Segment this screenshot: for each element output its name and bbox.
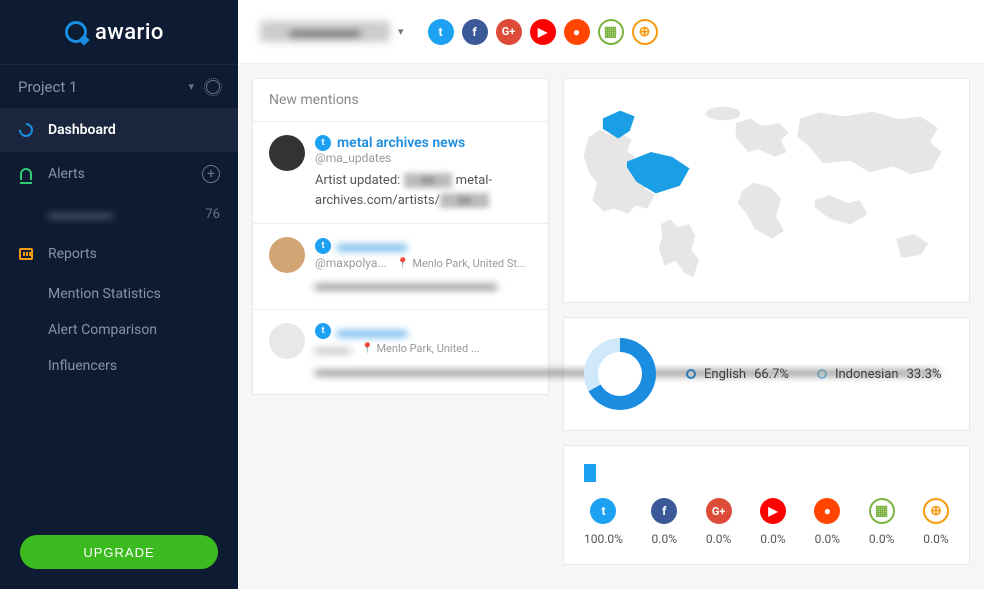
topbar: ▬▬▬▬▬ ▾ t f G+ ▶ ● ▦ ⊕ xyxy=(238,0,984,64)
mention-text: ▬▬▬▬▬▬▬▬▬▬▬▬▬▬▬▬▬▬▬▬▬▬▬▬▬▬▬▬▬▬▬▬▬▬▬▬▬▬▬▬… xyxy=(315,362,532,382)
source-value: 0.0% xyxy=(760,532,785,546)
mention-location: 📍Menlo Park, United St... xyxy=(397,257,526,270)
gear-icon[interactable] xyxy=(206,80,220,94)
chevron-down-icon[interactable]: ▾ xyxy=(188,80,194,93)
world-map xyxy=(574,89,959,292)
mention-handle: @ma_updates xyxy=(315,151,532,165)
web-icon[interactable]: ⊕ xyxy=(632,19,658,45)
twitter-icon: t xyxy=(315,323,331,339)
mention-author: ▬▬▬▬▬ xyxy=(337,323,407,340)
source-value: 100.0% xyxy=(584,532,623,546)
source-col-facebook: f 0.0% xyxy=(651,498,677,546)
sub-influencers[interactable]: Influencers xyxy=(0,348,238,384)
mention-item[interactable]: t metal archives news @ma_updates Artist… xyxy=(253,122,548,224)
nav-label: Dashboard xyxy=(48,122,116,138)
source-col-twitter: t 100.0% xyxy=(584,498,623,546)
logo: awario xyxy=(0,0,238,64)
facebook-icon: f xyxy=(651,498,677,524)
geo-map-card xyxy=(563,78,970,303)
sidebar: awario Project 1 ▾ Dashboard Alerts + ▬▬… xyxy=(0,0,238,589)
mention-handle: ▬▬▬ xyxy=(315,342,351,356)
mention-handle: @maxpolya... xyxy=(315,256,387,270)
twitter-icon: t xyxy=(315,238,331,254)
news-icon: ▦ xyxy=(869,498,895,524)
source-value: 0.0% xyxy=(652,532,677,546)
nav-dashboard[interactable]: Dashboard xyxy=(0,108,238,152)
pin-icon: 📍 xyxy=(397,258,409,269)
source-value: 0.0% xyxy=(923,532,948,546)
web-icon: ⊕ xyxy=(923,498,949,524)
youtube-icon[interactable]: ▶ xyxy=(530,19,556,45)
alert-item[interactable]: ▬▬▬▬▬ 76 xyxy=(0,196,238,232)
reddit-icon: ● xyxy=(814,498,840,524)
project-name: Project 1 xyxy=(18,78,77,96)
mention-text: ▬▬▬▬▬▬▬▬▬▬▬▬▬▬ xyxy=(315,276,532,296)
mention-location: 📍Menlo Park, United ... xyxy=(361,342,480,355)
pin-icon: 📍 xyxy=(361,343,373,354)
reddit-icon[interactable]: ● xyxy=(564,19,590,45)
alert-dropdown-label: ▬▬▬▬▬ xyxy=(260,21,390,42)
googleplus-icon: G+ xyxy=(706,498,732,524)
avatar xyxy=(269,135,305,171)
source-col-youtube: ▶ 0.0% xyxy=(760,498,786,546)
sub-alert-comparison[interactable]: Alert Comparison xyxy=(0,312,238,348)
nav-alerts[interactable]: Alerts + xyxy=(0,152,238,196)
googleplus-icon[interactable]: G+ xyxy=(496,19,522,45)
logo-text: awario xyxy=(95,20,164,45)
source-col-web: ⊕ 0.0% xyxy=(923,498,949,546)
alert-count: 76 xyxy=(205,207,220,222)
twitter-icon: t xyxy=(315,135,331,151)
avatar xyxy=(269,237,305,273)
facebook-icon[interactable]: f xyxy=(462,19,488,45)
source-col-googleplus: G+ 0.0% xyxy=(706,498,732,546)
card-title: New mentions xyxy=(253,79,548,122)
dashboard-icon xyxy=(18,122,34,138)
twitter-icon[interactable]: t xyxy=(428,19,454,45)
nav-label: Alerts xyxy=(48,166,85,182)
new-mentions-card: New mentions t metal archives news @ma_u… xyxy=(252,78,549,395)
source-col-reddit: ● 0.0% xyxy=(814,498,840,546)
add-alert-button[interactable]: + xyxy=(202,165,220,183)
source-filters: t f G+ ▶ ● ▦ ⊕ xyxy=(428,19,658,45)
source-value: 0.0% xyxy=(706,532,731,546)
project-selector[interactable]: Project 1 ▾ xyxy=(0,64,238,108)
sources-card: t 100.0% f 0.0% G+ 0.0% ▶ 0.0% ● 0.0% ▦ 0.0% ⊕… xyxy=(563,445,970,565)
sub-mention-statistics[interactable]: Mention Statistics xyxy=(0,276,238,312)
sources-bar-chart xyxy=(584,464,949,482)
reports-icon xyxy=(18,246,34,262)
nav-reports[interactable]: Reports xyxy=(0,232,238,276)
mention-author: ▬▬▬▬▬ xyxy=(337,237,407,254)
logo-icon xyxy=(65,21,87,43)
news-icon[interactable]: ▦ xyxy=(598,19,624,45)
bell-icon xyxy=(18,166,34,182)
avatar xyxy=(269,323,305,359)
nav-label: Reports xyxy=(48,246,97,262)
source-value: 0.0% xyxy=(869,532,894,546)
source-col-news: ▦ 0.0% xyxy=(869,498,895,546)
main: ▬▬▬▬▬ ▾ t f G+ ▶ ● ▦ ⊕ New mentions xyxy=(238,0,984,589)
youtube-icon: ▶ xyxy=(760,498,786,524)
mention-author: metal archives news xyxy=(337,135,465,151)
mention-item[interactable]: t ▬▬▬▬▬ ▬▬▬ 📍Menlo Park, United ... ▬▬▬▬… xyxy=(253,310,548,395)
source-value: 0.0% xyxy=(815,532,840,546)
upgrade-button[interactable]: UPGRADE xyxy=(20,535,218,569)
alert-dropdown[interactable]: ▬▬▬▬▬ ▾ xyxy=(260,21,404,42)
mention-item[interactable]: t ▬▬▬▬▬ @maxpolya... 📍Menlo Park, United… xyxy=(253,224,548,310)
language-donut-chart xyxy=(584,338,656,410)
chevron-down-icon: ▾ xyxy=(398,25,404,38)
mention-text: Artist updated: xx metal-archives.com/ar… xyxy=(315,171,532,210)
twitter-icon: t xyxy=(590,498,616,524)
alert-item-name: ▬▬▬▬▬ xyxy=(48,206,113,222)
